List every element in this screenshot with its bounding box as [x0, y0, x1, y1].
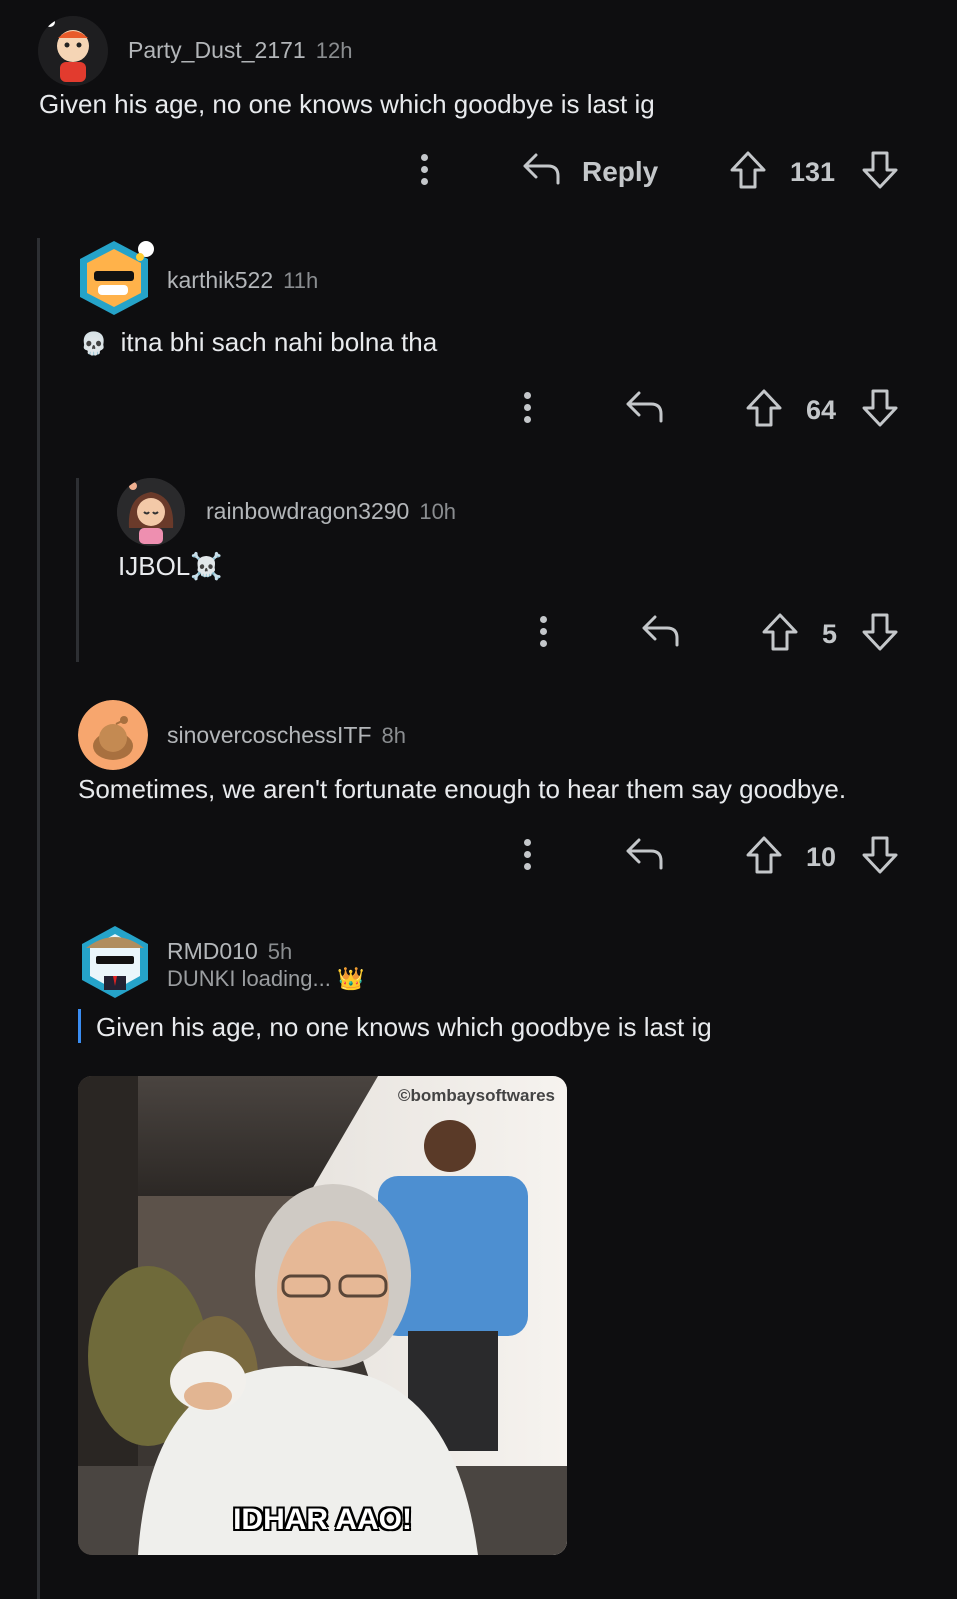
username[interactable]: sinovercoschessITF	[167, 722, 372, 748]
reply-icon[interactable]	[625, 836, 665, 872]
quote-bar	[78, 1009, 81, 1043]
upvote-icon[interactable]	[744, 388, 784, 428]
avatar[interactable]	[117, 478, 185, 546]
upvote-icon[interactable]	[760, 612, 800, 652]
downvote-icon[interactable]	[860, 835, 900, 875]
comment-text: itna bhi sach nahi bolna tha	[120, 327, 438, 357]
timestamp: 11h	[283, 268, 319, 293]
username[interactable]: karthik522	[167, 267, 273, 293]
username[interactable]: Party_Dust_2171	[128, 37, 306, 63]
vote-count: 64	[806, 395, 837, 425]
thread-line-main[interactable]	[37, 238, 40, 1599]
quoted-text: Given his age, no one knows which goodby…	[96, 1012, 712, 1042]
username[interactable]: RMD010	[167, 938, 258, 964]
upvote-icon[interactable]	[728, 150, 768, 190]
downvote-icon[interactable]	[860, 388, 900, 428]
timestamp: 5h	[267, 939, 293, 964]
more-options-icon[interactable]	[524, 392, 532, 428]
gif-image[interactable]: ©bombaysoftwares IDHAR AAO!	[78, 1076, 567, 1555]
user-flair: DUNKI loading... 👑	[167, 966, 365, 991]
reply-icon[interactable]	[522, 151, 562, 187]
comment-text: Given his age, no one knows which goodby…	[39, 89, 655, 119]
timestamp: 12h	[315, 38, 353, 63]
more-options-icon[interactable]	[524, 839, 532, 875]
upvote-icon[interactable]	[744, 835, 784, 875]
vote-count: 10	[806, 842, 837, 872]
vote-count: 5	[822, 619, 838, 649]
avatar[interactable]	[38, 16, 108, 86]
vote-count: 131	[790, 157, 836, 187]
downvote-icon[interactable]	[860, 150, 900, 190]
timestamp: 10h	[419, 499, 457, 524]
username[interactable]: rainbowdragon3290	[206, 498, 409, 524]
comment-text: Sometimes, we aren't fortunate enough to…	[78, 774, 847, 804]
avatar[interactable]	[78, 700, 148, 770]
skull-emoji-icon: 💀	[80, 331, 108, 356]
thread-line-nested[interactable]	[76, 478, 79, 662]
timestamp: 8h	[381, 723, 406, 748]
avatar[interactable]	[76, 237, 156, 319]
more-options-icon[interactable]	[421, 154, 429, 190]
reply-icon[interactable]	[641, 613, 681, 649]
avatar[interactable]	[76, 922, 154, 1002]
downvote-icon[interactable]	[860, 612, 900, 652]
reply-button[interactable]: Reply	[582, 156, 658, 188]
reply-icon[interactable]	[625, 389, 665, 425]
gif-watermark: ©bombaysoftwares	[397, 1086, 555, 1105]
comment-text: IJBOL☠️	[118, 551, 223, 581]
gif-caption: IDHAR AAO!	[233, 1503, 412, 1536]
more-options-icon[interactable]	[540, 616, 548, 652]
